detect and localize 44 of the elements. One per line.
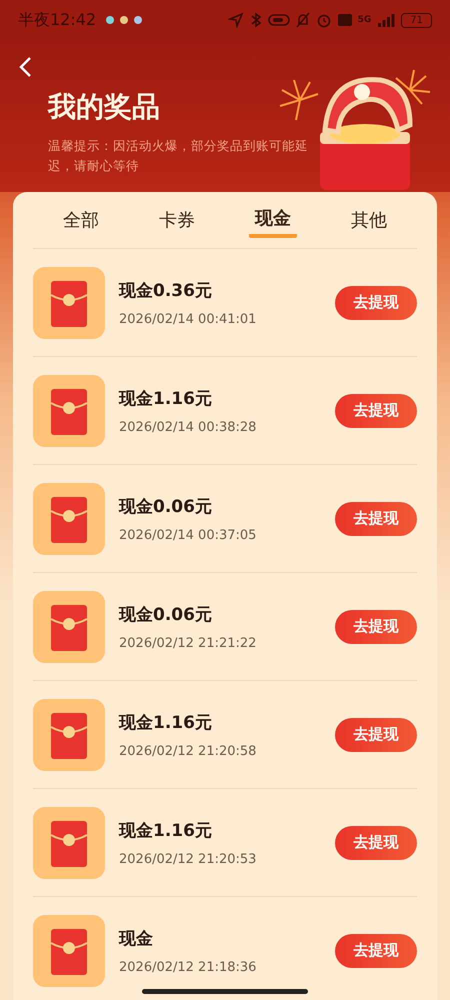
prize-time: 2026/02/12 21:18:36 bbox=[119, 960, 258, 974]
envelope-icon bbox=[33, 482, 105, 554]
alarm-icon bbox=[316, 12, 332, 28]
withdraw-button[interactable]: 去提现 bbox=[335, 934, 417, 968]
prize-title: 现金1.16元 bbox=[119, 820, 213, 842]
prize-time: 2026/02/14 00:37:05 bbox=[119, 528, 258, 542]
tab[interactable]: 其他 bbox=[345, 204, 393, 236]
envelope-icon bbox=[33, 698, 105, 770]
muted-bell-icon bbox=[296, 12, 310, 28]
prize-title: 现金0.06元 bbox=[119, 604, 213, 626]
location-icon bbox=[228, 12, 244, 28]
prize-time: 2026/02/14 00:41:01 bbox=[119, 312, 258, 326]
envelope-icon bbox=[33, 374, 105, 446]
prize-title: 现金0.06元 bbox=[119, 496, 213, 518]
prize-time: 2026/02/12 21:21:22 bbox=[119, 636, 258, 650]
prize-title: 现金 bbox=[119, 928, 154, 950]
tab[interactable]: 卡券 bbox=[153, 204, 201, 236]
withdraw-button[interactable]: 去提现 bbox=[335, 394, 417, 428]
prize-title: 现金0.36元 bbox=[119, 280, 213, 302]
bluetooth-icon bbox=[250, 12, 262, 28]
prize-time: 2026/02/12 21:20:53 bbox=[119, 852, 258, 866]
network-label: 5G bbox=[358, 15, 372, 25]
withdraw-button[interactable]: 去提现 bbox=[335, 718, 417, 752]
prize-time: 2026/02/14 00:38:28 bbox=[119, 420, 258, 434]
withdraw-button[interactable]: 去提现 bbox=[335, 610, 417, 644]
tab[interactable]: 现金 bbox=[249, 202, 297, 238]
envelope-icon bbox=[33, 914, 105, 986]
signal-icon bbox=[377, 13, 396, 27]
back-icon[interactable] bbox=[18, 56, 34, 78]
tab[interactable]: 全部 bbox=[57, 204, 105, 236]
prize-title: 现金1.16元 bbox=[119, 388, 213, 410]
toggle-icon bbox=[268, 13, 290, 27]
withdraw-button[interactable]: 去提现 bbox=[335, 502, 417, 536]
page-title: 我的奖品 bbox=[48, 89, 161, 125]
envelope-icon bbox=[33, 590, 105, 662]
prize-title: 现金1.16元 bbox=[119, 712, 213, 734]
battery-indicator: 71 bbox=[401, 12, 432, 28]
withdraw-button[interactable]: 去提现 bbox=[335, 286, 417, 320]
status-time: 半夜12:42 bbox=[18, 10, 96, 30]
prize-time: 2026/02/12 21:20:58 bbox=[119, 744, 258, 758]
withdraw-button[interactable]: 去提现 bbox=[335, 826, 417, 860]
notice-text: 温馨提示：因活动火爆，部分奖品到账可能延迟，请耐心等待 bbox=[48, 137, 308, 175]
envelope-icon bbox=[33, 806, 105, 878]
envelope-icon bbox=[33, 266, 105, 338]
